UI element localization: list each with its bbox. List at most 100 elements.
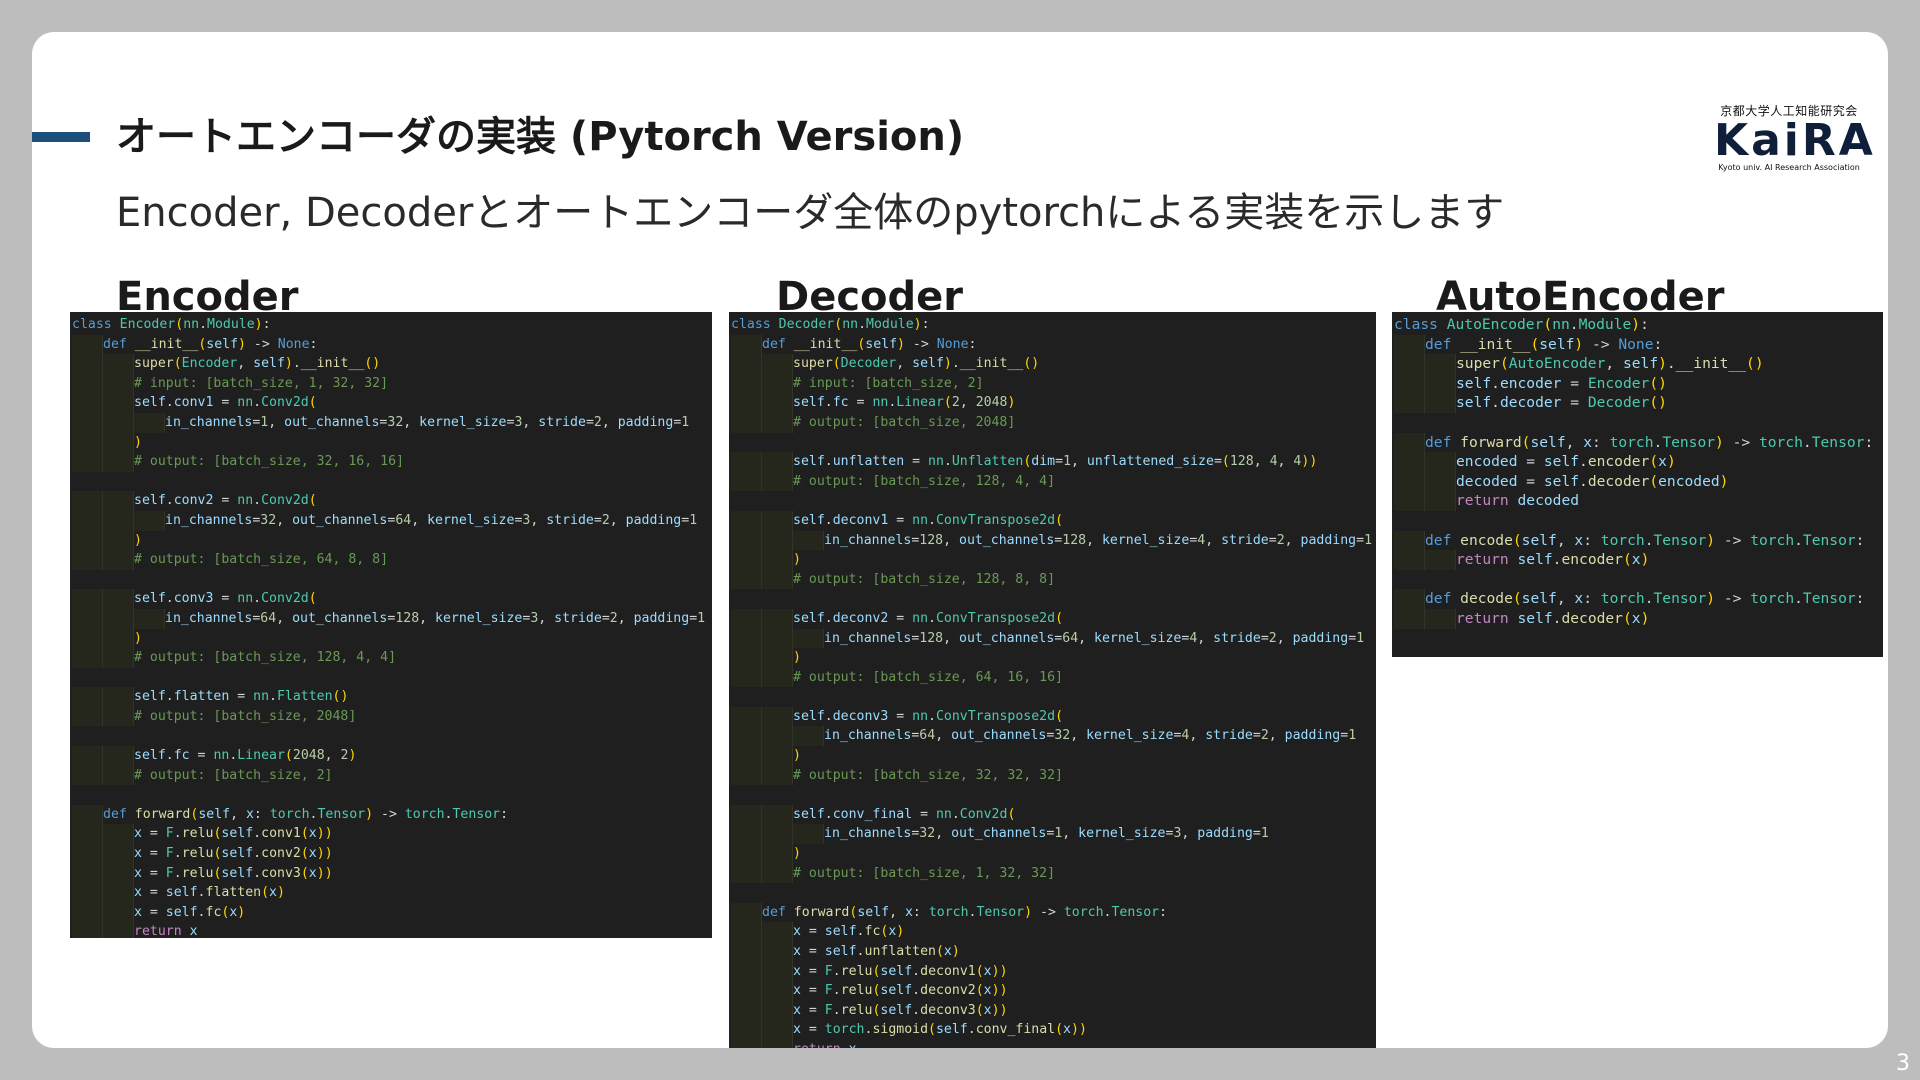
kaira-logo: 京都大学人工知能研究会 KaiRA Kyoto univ. AI Researc… <box>1714 102 1876 172</box>
indent-guide <box>731 1039 762 1048</box>
slide-title: オートエンコーダの実装 (Pytorch Version) <box>116 114 965 160</box>
indent-guide <box>731 608 762 629</box>
indent-guide <box>762 844 793 864</box>
code-line: # input: [batch_size, 1, 32, 32] <box>72 373 712 394</box>
code-line: super(Encoder, self).__init__() <box>72 354 712 374</box>
indent-guide <box>103 746 134 766</box>
logo-english-text: Kyoto univ. AI Research Association <box>1718 163 1860 172</box>
indent-guide <box>72 824 103 845</box>
code-line: # input: [batch_size, 2] <box>731 373 1376 394</box>
code-line: x = F.relu(self.deconv3(x)) <box>731 1000 1376 1021</box>
code-line: def __init__(self) -> None: <box>731 334 1376 355</box>
indent-guide <box>731 706 762 727</box>
code-line: # output: [batch_size, 32, 16, 16] <box>72 452 712 472</box>
code-line: def forward(self, x: torch.Tensor) -> to… <box>731 902 1376 923</box>
indent-guide <box>762 471 793 492</box>
indent-guide <box>1394 471 1425 492</box>
code-line: x = self.fc(x) <box>731 922 1376 942</box>
code-line: # output: [batch_size, 32, 32, 32] <box>731 765 1376 786</box>
indent-guide <box>731 746 762 766</box>
indent-guide <box>731 471 762 492</box>
indent-guide <box>731 863 762 884</box>
indent-guide <box>103 452 134 472</box>
indent-guide <box>1394 550 1425 570</box>
code-line: def forward(self, x: torch.Tensor) -> to… <box>72 804 712 825</box>
indent-guide <box>762 648 793 668</box>
code-line: in_channels=32, out_channels=64, kernel_… <box>72 510 712 531</box>
indent-guide <box>731 373 762 394</box>
code-line: in_channels=32, out_channels=1, kernel_s… <box>731 824 1376 845</box>
indent-guide <box>1394 491 1425 511</box>
indent-guide <box>103 491 134 511</box>
page-number: 3 <box>1896 1051 1910 1076</box>
indent-guide <box>731 648 762 668</box>
indent-guide <box>72 452 103 472</box>
code-line: self.conv2 = nn.Conv2d( <box>72 491 712 511</box>
indent-guide <box>731 530 762 551</box>
code-line: return x <box>72 922 712 938</box>
code-line: ) <box>72 530 712 551</box>
indent-guide <box>793 726 824 747</box>
indent-guide <box>72 804 103 825</box>
indent-guide <box>731 922 762 942</box>
indent-guide <box>103 628 134 649</box>
indent-guide <box>762 726 793 747</box>
code-line: class Encoder(nn.Module): <box>72 317 271 332</box>
code-line: in_channels=128, out_channels=64, kernel… <box>731 628 1376 649</box>
indent-guide <box>134 412 165 433</box>
title-accent-bar <box>32 132 90 142</box>
code-line: # output: [batch_size, 2048] <box>72 706 712 727</box>
logo-main-text: KaiRA <box>1714 115 1876 166</box>
code-line: # output: [batch_size, 64, 16, 16] <box>731 667 1376 688</box>
indent-guide <box>762 1020 793 1040</box>
code-line: self.flatten = nn.Flatten() <box>72 687 712 707</box>
indent-guide <box>72 393 103 413</box>
indent-guide <box>72 608 103 629</box>
indent-guide <box>72 510 103 531</box>
code-line: x = F.relu(self.conv2(x)) <box>72 844 712 864</box>
code-line: self.deconv2 = nn.ConvTranspose2d( <box>731 608 1376 629</box>
indent-guide <box>72 706 103 727</box>
indent-guide <box>731 1000 762 1021</box>
code-line: x = F.relu(self.deconv2(x)) <box>731 981 1376 1001</box>
indent-guide <box>793 530 824 551</box>
code-line: class Decoder(nn.Module): <box>731 317 930 332</box>
indent-guide <box>731 824 762 845</box>
indent-guide <box>731 902 762 923</box>
code-line: x = F.relu(self.deconv1(x)) <box>731 961 1376 982</box>
indent-guide <box>103 687 134 707</box>
indent-guide <box>1394 589 1425 609</box>
indent-guide <box>1425 608 1456 629</box>
indent-guide <box>72 334 103 355</box>
code-line: ) <box>731 648 1376 668</box>
code-line: ) <box>731 746 1376 766</box>
code-line: def encode(self, x: torch.Tensor) -> tor… <box>1394 530 1883 551</box>
indent-guide <box>103 902 134 923</box>
indent-guide <box>72 373 103 394</box>
indent-guide <box>762 922 793 942</box>
code-line: ) <box>731 844 1376 864</box>
code-line: x = F.relu(self.conv1(x)) <box>72 824 712 845</box>
indent-guide <box>731 765 762 786</box>
indent-guide <box>1425 354 1456 374</box>
indent-guide <box>103 412 134 433</box>
code-line: # output: [batch_size, 128, 4, 4] <box>731 471 1376 492</box>
indent-guide <box>72 687 103 707</box>
indent-guide <box>762 706 793 727</box>
code-line: self.decoder = Decoder() <box>1394 393 1883 413</box>
indent-guide <box>72 746 103 766</box>
indent-guide <box>134 510 165 531</box>
code-line: self.unflatten = nn.Unflatten(dim=1, unf… <box>731 452 1376 472</box>
indent-guide <box>1425 373 1456 394</box>
indent-guide <box>762 412 793 433</box>
decoder-code-panel: class Decoder(nn.Module): def __init__(se… <box>729 312 1376 1048</box>
indent-guide <box>103 373 134 394</box>
indent-guide <box>103 354 134 374</box>
code-line: x = self.unflatten(x) <box>731 942 1376 962</box>
